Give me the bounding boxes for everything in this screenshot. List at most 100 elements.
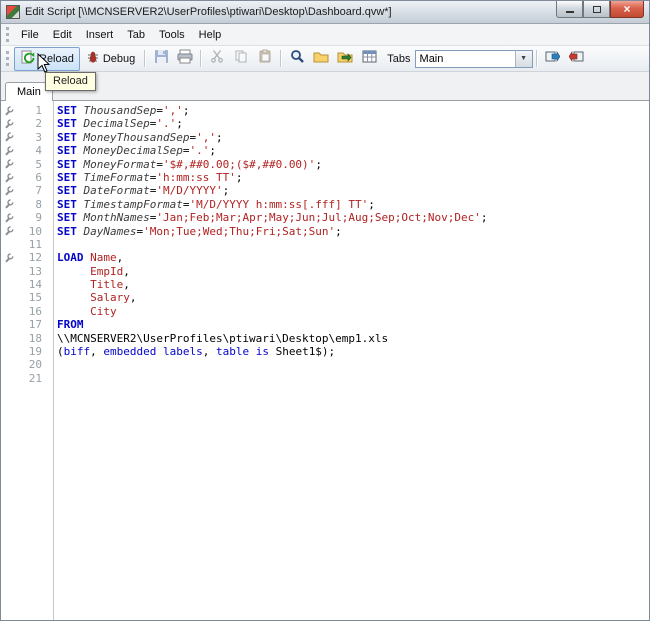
cut-icon (210, 49, 224, 68)
code-text: (biff, embedded labels, table is Sheet1$… (57, 345, 336, 359)
reload-button[interactable]: Reload (14, 46, 80, 71)
tab-main-label: Main (17, 86, 41, 98)
table-files-button[interactable] (357, 48, 381, 70)
code-line[interactable]: 2 SET DecimalSep='.'; (1, 117, 649, 130)
code-line[interactable]: 3 SET MoneyThousandSep=','; (1, 131, 649, 144)
line-number: 19 (28, 345, 42, 359)
find-button[interactable] (285, 48, 309, 70)
gutter-spacer (1, 265, 17, 278)
tab-select-dropdown[interactable]: Main ▼ (414, 49, 533, 68)
script-marker-icon (1, 251, 17, 264)
reload-button-label: Reload (39, 52, 74, 65)
folder-arrow-icon (337, 50, 353, 68)
minimize-button[interactable] (556, 1, 583, 18)
script-marker-icon (1, 117, 17, 130)
menu-edit[interactable]: Edit (46, 27, 79, 43)
line-number: 3 (35, 130, 42, 144)
line-number: 14 (28, 278, 42, 292)
toolbar-grip-icon (6, 51, 9, 66)
gutter-spacer (1, 332, 17, 345)
save-icon (154, 49, 169, 69)
code-text: Title, (90, 278, 130, 292)
menu-tab[interactable]: Tab (120, 27, 152, 43)
edit-script-window: Edit Script [\\MCNSERVER2\UserProfiles\p… (0, 0, 650, 621)
demote-tab-button[interactable] (565, 48, 589, 70)
code-line[interactable]: 8 SET TimestampFormat='M/D/YYYY h:mm:ss[.… (1, 198, 649, 211)
script-marker-icon (1, 104, 17, 117)
line-number: 10 (28, 224, 42, 238)
line-number: 18 (28, 331, 42, 345)
reload-icon (20, 50, 36, 68)
line-number: 6 (35, 170, 42, 184)
window-title: Edit Script [\\MCNSERVER2\UserProfiles\p… (25, 6, 392, 18)
script-marker-icon (1, 211, 17, 224)
print-button[interactable] (173, 48, 197, 70)
toolbar-separator (280, 50, 283, 67)
code-line[interactable]: 9 SET MonthNames='Jan;Feb;Mar;Apr;May;Jun… (1, 211, 649, 224)
open-script-button[interactable] (309, 48, 333, 70)
code-text: SET DecimalSep='.'; (57, 117, 183, 131)
script-marker-icon (1, 198, 17, 211)
toolbar-separator (535, 50, 538, 67)
code-line[interactable]: 18 \\MCNSERVER2\UserProfiles\ptiwari\Desk… (1, 332, 649, 345)
demote-tab-icon (568, 50, 584, 68)
promote-tab-icon (545, 50, 561, 68)
cut-button[interactable] (205, 48, 229, 70)
minimize-icon (565, 11, 574, 13)
code-line[interactable]: 17 FROM (1, 318, 649, 331)
code-line[interactable]: 16 City (1, 305, 649, 318)
paste-button[interactable] (253, 48, 277, 70)
script-marker-icon (1, 225, 17, 238)
include-script-button[interactable] (333, 48, 357, 70)
code-line[interactable]: 15 Salary, (1, 291, 649, 304)
script-marker-icon (1, 171, 17, 184)
save-button[interactable] (149, 48, 173, 70)
line-number: 17 (28, 318, 42, 332)
code-line[interactable]: 21 (1, 372, 649, 385)
debug-button[interactable]: Debug (80, 47, 141, 70)
code-lines: 1 SET ThousandSep=','; 2 SET DecimalSep='.'… (1, 104, 649, 385)
code-line[interactable]: 5 SET MoneyFormat='$#,##0.00;($#,##0.00)'… (1, 158, 649, 171)
line-number: 7 (35, 184, 42, 198)
window-controls: × (556, 1, 644, 18)
tab-band: Main (1, 72, 649, 101)
line-number: 13 (28, 264, 42, 278)
code-line[interactable]: 1 SET ThousandSep=','; (1, 104, 649, 117)
line-number: 20 (28, 358, 42, 372)
code-line[interactable]: 19 (biff, embedded labels, table is Sheet… (1, 345, 649, 358)
code-line[interactable]: 20 (1, 358, 649, 371)
code-text: SET MoneyThousandSep=','; (57, 130, 223, 144)
maximize-button[interactable] (583, 1, 610, 18)
debug-icon (86, 50, 100, 67)
gutter-spacer (1, 291, 17, 304)
code-line[interactable]: 12 LOAD Name, (1, 251, 649, 264)
code-line[interactable]: 4 SET MoneyDecimalSep='.'; (1, 144, 649, 157)
script-marker-icon (1, 131, 17, 144)
menubar: File Edit Insert Tab Tools Help (1, 24, 649, 46)
toolbar-separator (144, 50, 147, 67)
menu-help[interactable]: Help (192, 27, 229, 43)
gutter-spacer (1, 372, 17, 385)
promote-tab-button[interactable] (541, 48, 565, 70)
line-number: 9 (35, 211, 42, 225)
line-number: 11 (28, 237, 42, 251)
code-line[interactable]: 10 SET DayNames='Mon;Tue;Wed;Thu;Fri;Sat;… (1, 225, 649, 238)
code-line[interactable]: 7 SET DateFormat='M/D/YYYY'; (1, 184, 649, 197)
menu-insert[interactable]: Insert (79, 27, 121, 43)
code-line[interactable]: 13 EmpId, (1, 265, 649, 278)
code-line[interactable]: 14 Title, (1, 278, 649, 291)
code-line[interactable]: 6 SET TimeFormat='h:mm:ss TT'; (1, 171, 649, 184)
code-text: City (90, 304, 117, 318)
menu-file[interactable]: File (14, 27, 46, 43)
close-button[interactable]: × (610, 1, 644, 18)
chevron-down-icon[interactable]: ▼ (514, 50, 532, 67)
menu-tools[interactable]: Tools (152, 27, 192, 43)
copy-button[interactable] (229, 48, 253, 70)
line-number: 2 (35, 117, 42, 131)
code-text: SET DateFormat='M/D/YYYY'; (57, 184, 230, 198)
code-line[interactable]: 11 (1, 238, 649, 251)
gutter-spacer (1, 238, 17, 251)
code-text: SET TimeFormat='h:mm:ss TT'; (57, 170, 243, 184)
script-editor[interactable]: 1 SET ThousandSep=','; 2 SET DecimalSep='.'… (1, 101, 649, 620)
